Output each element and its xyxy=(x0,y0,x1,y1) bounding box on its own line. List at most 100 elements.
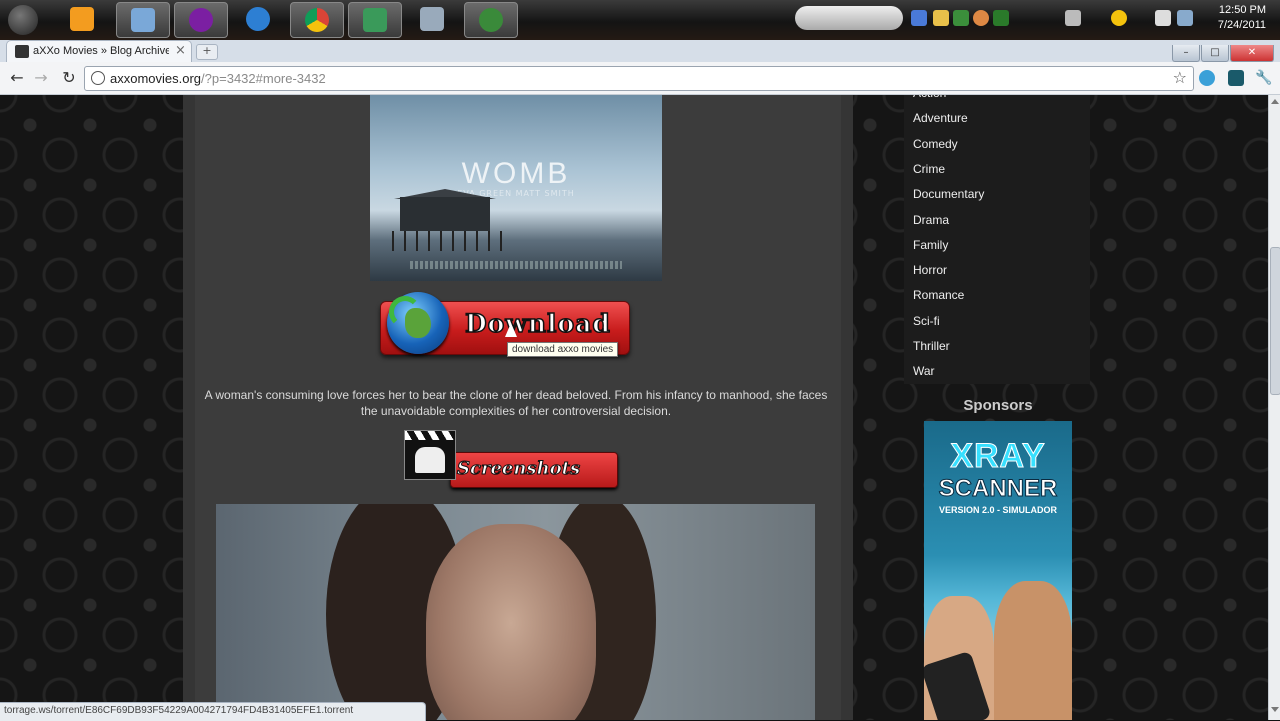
url-path: /?p=3432#more-3432 xyxy=(201,71,326,86)
system-tray xyxy=(795,6,1205,32)
category-link-action[interactable]: Action xyxy=(913,95,946,100)
system-clock[interactable]: 12:50 PM 7/24/2011 xyxy=(1218,3,1266,33)
category-link-romance[interactable]: Romance xyxy=(913,288,964,302)
address-bar[interactable]: axxomovies.org/?p=3432#more-3432 ☆ xyxy=(84,66,1194,91)
movie-poster[interactable]: WOMB EVA GREEN MATT SMITH xyxy=(370,95,662,281)
category-link-documentary[interactable]: Documentary xyxy=(913,187,984,201)
tab-title: aXXo Movies » Blog Archive xyxy=(33,45,169,57)
tab-strip: aXXo Movies » Blog Archive × + – □ ✕ xyxy=(0,40,1280,63)
yahoo-tray-icon[interactable] xyxy=(1111,10,1127,26)
url-host: axxomovies.org xyxy=(110,71,202,86)
globe-download-icon xyxy=(387,292,449,354)
page-globe-icon xyxy=(91,71,105,85)
download-manager-icon xyxy=(479,8,503,32)
poster-credits xyxy=(410,261,622,269)
browser-toolbar: ← → ↻ axxomovies.org/?p=3432#more-3432 ☆… xyxy=(0,62,1280,95)
web-page: WOMB EVA GREEN MATT SMITH Download downl… xyxy=(0,95,1268,720)
taskbar-internet-explorer[interactable] xyxy=(232,2,284,36)
back-arrow-icon[interactable]: ← xyxy=(6,67,28,89)
poster-title: WOMB xyxy=(461,157,571,190)
start-orb-icon[interactable] xyxy=(8,5,38,35)
bookmark-star-icon[interactable]: ☆ xyxy=(1173,68,1187,87)
window-controls: – □ ✕ xyxy=(1171,40,1274,62)
notification-icon[interactable] xyxy=(1065,10,1081,26)
close-window-button[interactable]: ✕ xyxy=(1230,45,1274,62)
power-icon[interactable] xyxy=(1177,10,1193,26)
tray-app-icon[interactable] xyxy=(993,10,1009,26)
still-face xyxy=(426,524,596,720)
category-link-drama[interactable]: Drama xyxy=(913,213,949,227)
category-link-adventure[interactable]: Adventure xyxy=(913,111,968,125)
new-tab-button[interactable]: + xyxy=(196,44,218,60)
minimize-button[interactable]: – xyxy=(1172,45,1200,62)
scroll-thumb[interactable] xyxy=(1270,247,1280,395)
download-label: Download xyxy=(464,308,611,339)
ad-version: VERSION 2.0 - SIMULADOR xyxy=(938,505,1057,515)
category-link-war[interactable]: War xyxy=(913,364,935,378)
reload-icon[interactable]: ↻ xyxy=(58,67,80,89)
category-link-thriller[interactable]: Thriller xyxy=(913,339,950,353)
sponsors-heading: Sponsors xyxy=(963,397,1033,414)
chrome-icon xyxy=(305,8,329,32)
tab-axxo-movies[interactable]: aXXo Movies » Blog Archive × xyxy=(6,40,192,63)
ad-subheadline: SCANNER xyxy=(938,475,1058,503)
taskbar-app[interactable] xyxy=(348,2,402,38)
extension-icon[interactable] xyxy=(1228,70,1244,86)
category-link-sci-fi[interactable]: Sci-fi xyxy=(913,314,940,328)
url-text: axxomovies.org/?p=3432#more-3432 xyxy=(110,71,326,86)
movie-screenshot[interactable] xyxy=(216,504,815,720)
category-link-comedy[interactable]: Comedy xyxy=(913,137,958,151)
taskbar-yahoo-messenger[interactable] xyxy=(174,2,228,38)
tray-app-icon[interactable] xyxy=(933,10,949,26)
maximize-button[interactable]: □ xyxy=(1201,45,1229,62)
status-link-url: torrage.ws/torrent/E86CF69DB93F54229A004… xyxy=(4,705,354,716)
vertical-scrollbar[interactable] xyxy=(1268,95,1280,720)
media-controls[interactable] xyxy=(795,6,903,30)
app-icon xyxy=(363,8,387,32)
green-arrow-icon xyxy=(389,296,421,328)
clock-date: 7/24/2011 xyxy=(1217,19,1266,31)
category-link-horror[interactable]: Horror xyxy=(913,263,947,277)
status-bar: torrage.ws/torrent/E86CF69DB93F54229A004… xyxy=(0,702,426,721)
poster-pier xyxy=(392,231,512,251)
taskbar-media-player[interactable] xyxy=(56,2,108,36)
taskbar-explorer[interactable] xyxy=(116,2,170,38)
taskbar-chrome[interactable] xyxy=(290,2,344,38)
cameraman-figure xyxy=(415,447,445,473)
bluetooth-icon[interactable] xyxy=(911,10,927,26)
windows-taskbar: 12:50 PM 7/24/2011 xyxy=(0,0,1280,40)
internet-explorer-icon xyxy=(246,7,270,31)
clapper-stripes xyxy=(405,431,455,440)
scroll-down-arrow-icon[interactable] xyxy=(1271,707,1279,712)
control-panel-icon xyxy=(420,7,444,31)
clock-time: 12:50 PM xyxy=(1218,4,1266,16)
screenshots-label: Screenshots xyxy=(456,458,581,480)
clapperboard-icon xyxy=(404,430,456,480)
yahoo-messenger-icon xyxy=(189,8,213,32)
wrench-menu-icon[interactable]: 🔧 xyxy=(1253,67,1275,89)
site-favicon-icon xyxy=(15,45,29,58)
category-link-crime[interactable]: Crime xyxy=(913,162,945,176)
wifi-icon[interactable] xyxy=(1155,10,1171,26)
sponsor-ad-banner[interactable]: XRAY SCANNER VERSION 2.0 - SIMULADOR xyxy=(924,421,1072,720)
mouse-cursor-icon xyxy=(505,323,517,337)
screenshots-button[interactable]: Screenshots xyxy=(404,430,618,488)
extension-icon[interactable] xyxy=(1199,70,1215,86)
scroll-up-arrow-icon[interactable] xyxy=(1271,99,1279,104)
ad-photo-person xyxy=(994,581,1072,720)
download-tooltip: download axxo movies xyxy=(507,342,619,357)
ad-headline: XRAY xyxy=(950,437,1046,476)
taskbar-download-manager[interactable] xyxy=(464,2,518,38)
category-link-family[interactable]: Family xyxy=(913,238,948,252)
movie-synopsis: A woman's consuming love forces her to b… xyxy=(204,388,828,418)
tray-app-icon[interactable] xyxy=(953,10,969,26)
folder-icon xyxy=(131,8,155,32)
media-player-icon xyxy=(70,7,94,31)
poster-hut xyxy=(400,197,490,231)
forward-arrow-icon[interactable]: → xyxy=(30,67,52,89)
tray-app-icon[interactable] xyxy=(973,10,989,26)
tab-close-icon[interactable]: × xyxy=(175,43,186,58)
category-list: Action Adventure Comedy Crime Documentary Dra… xyxy=(904,95,1090,384)
screenshots-bar: Screenshots xyxy=(450,452,618,488)
taskbar-control-panel[interactable] xyxy=(406,2,458,36)
